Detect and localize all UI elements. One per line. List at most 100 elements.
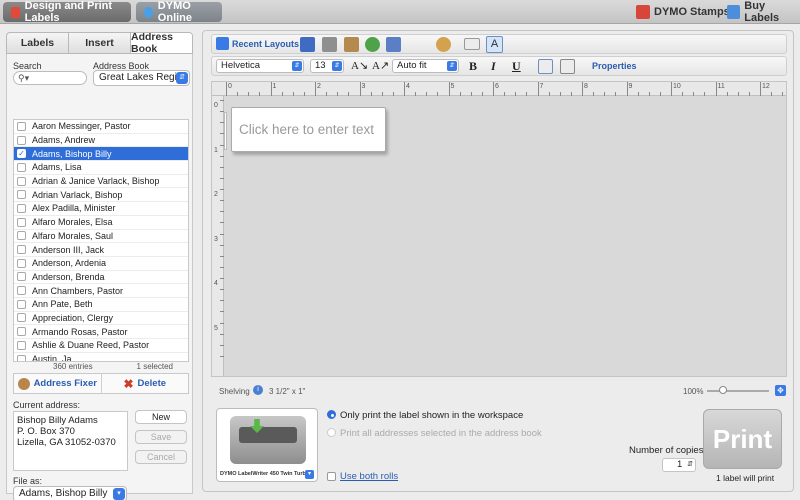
contact-checkbox[interactable] bbox=[17, 176, 26, 186]
copies-stepper[interactable]: 1 ⇵ bbox=[662, 458, 696, 472]
paste-icon[interactable] bbox=[344, 37, 359, 52]
info-icon[interactable]: i bbox=[253, 385, 263, 395]
contact-checkbox[interactable] bbox=[17, 299, 26, 309]
list-item[interactable]: Austin, Ja... bbox=[14, 353, 188, 361]
contact-checkbox[interactable] bbox=[17, 327, 26, 337]
list-item[interactable]: Appreciation, Clergy bbox=[14, 312, 188, 326]
text-box-icon[interactable]: A bbox=[486, 36, 503, 53]
label-canvas[interactable]: Click here to enter text bbox=[231, 107, 386, 152]
label-workspace[interactable]: 0 1 2 3 4 5 6 7 8 9 10 11 12 012345 Click here to en… bbox=[211, 81, 787, 377]
insert-image-icon[interactable] bbox=[386, 37, 401, 52]
address-book-select[interactable]: Great Lakes Region ⇵ bbox=[93, 70, 190, 86]
fit-zoom-icon[interactable]: ✥ bbox=[775, 385, 786, 396]
contact-checkbox[interactable] bbox=[17, 313, 26, 323]
print-icon[interactable] bbox=[322, 37, 337, 52]
buy-labels-button[interactable]: Buy Labels bbox=[727, 0, 800, 24]
list-item[interactable]: Adrian Varlack, Bishop bbox=[14, 188, 188, 203]
contact-checkbox[interactable]: ✓ bbox=[17, 149, 26, 159]
contact-checkbox[interactable] bbox=[17, 190, 26, 200]
ruler-tick bbox=[504, 92, 506, 96]
radio-all-addresses[interactable] bbox=[327, 428, 336, 437]
contact-checkbox[interactable] bbox=[17, 162, 26, 172]
stepper-arrows-icon[interactable]: ⇵ bbox=[687, 459, 693, 471]
list-item[interactable]: Alfaro Morales, Elsa bbox=[14, 216, 188, 230]
contact-checkbox[interactable] bbox=[17, 286, 26, 296]
list-item[interactable]: ✓ Adams, Bishop Billy bbox=[14, 147, 188, 162]
autofit-select[interactable]: Auto fit ⇵ bbox=[392, 59, 459, 73]
list-item[interactable]: Adrian & Janice Varlack, Bishop bbox=[14, 175, 188, 189]
contact-checkbox[interactable] bbox=[17, 245, 26, 255]
dymo-stamps-button[interactable]: DYMO Stamps bbox=[636, 3, 730, 21]
italic-button[interactable]: I bbox=[491, 59, 496, 74]
contact-checkbox[interactable] bbox=[17, 340, 26, 350]
contact-checkbox[interactable] bbox=[17, 217, 26, 227]
opt-workspace-label: Only print the label shown in the worksp… bbox=[340, 410, 524, 421]
address-fixer-button[interactable]: Address Fixer bbox=[14, 374, 102, 393]
printer-selector[interactable]: DYMO LabelWriter 450 Twin Turbo ▾ bbox=[216, 408, 318, 482]
list-item[interactable]: Alfaro Morales, Saul bbox=[14, 230, 188, 244]
zoom-slider[interactable] bbox=[707, 390, 769, 392]
current-address-field[interactable]: Bishop Billy Adams P. O. Box 370 Lizella… bbox=[13, 411, 128, 471]
tab-insert[interactable]: Insert bbox=[69, 33, 131, 53]
autofit-value: Auto fit bbox=[397, 60, 427, 71]
delete-button[interactable]: ✖ Delete bbox=[102, 374, 189, 393]
contact-checkbox[interactable] bbox=[17, 203, 26, 213]
contact-checkbox[interactable] bbox=[17, 135, 26, 145]
font-size-select[interactable]: 13 ⇵ bbox=[310, 59, 344, 73]
properties-button[interactable]: Properties bbox=[592, 61, 637, 71]
align-icon[interactable] bbox=[538, 59, 553, 74]
print-button[interactable]: Print bbox=[703, 409, 782, 469]
font-larger-icon[interactable]: A↗ bbox=[372, 59, 389, 72]
tab-design-and-print[interactable]: Design and Print Labels bbox=[3, 0, 131, 24]
contact-name: Adams, Andrew bbox=[32, 135, 96, 146]
cancel-button[interactable]: Cancel bbox=[135, 450, 187, 464]
shelving-label: Shelving bbox=[219, 387, 250, 396]
zoom-slider-handle[interactable] bbox=[719, 386, 727, 394]
list-item[interactable]: Ann Chambers, Pastor bbox=[14, 284, 188, 298]
list-item[interactable]: Anderson III, Jack bbox=[14, 243, 188, 257]
list-item[interactable]: Alex Padilla, Minister bbox=[14, 202, 188, 216]
list-item[interactable]: Adams, Andrew bbox=[14, 134, 188, 148]
recent-layouts-button[interactable]: Recent Layouts bbox=[232, 39, 299, 49]
list-item[interactable]: Anderson, Ardenia bbox=[14, 257, 188, 271]
list-item[interactable]: Aaron Messinger, Pastor bbox=[14, 120, 188, 134]
contact-name: Alfaro Morales, Saul bbox=[32, 230, 114, 241]
contact-list[interactable]: Aaron Messinger, Pastor Adams, Andrew ✓ Ada… bbox=[13, 119, 189, 362]
contact-checkbox[interactable] bbox=[17, 121, 26, 131]
use-both-rolls-label[interactable]: Use both rolls bbox=[340, 471, 398, 482]
text-direction-icon[interactable] bbox=[464, 38, 480, 50]
ruler-tick bbox=[220, 333, 224, 335]
contact-checkbox[interactable] bbox=[17, 272, 26, 282]
list-item[interactable]: Ashlie & Duane Reed, Pastor bbox=[14, 339, 188, 353]
search-input[interactable]: ⚲▾ bbox=[13, 71, 87, 85]
list-item[interactable]: Armando Rosas, Pastor bbox=[14, 325, 188, 339]
contact-checkbox[interactable] bbox=[17, 354, 26, 361]
contact-checkbox[interactable] bbox=[17, 258, 26, 268]
label-text-placeholder[interactable]: Click here to enter text bbox=[239, 122, 374, 137]
address-book-panel: Search ⚲▾ Address Book Great Lakes Regio… bbox=[6, 54, 193, 500]
tab-labels[interactable]: Labels bbox=[7, 33, 69, 53]
list-item[interactable]: Anderson, Brenda bbox=[14, 271, 188, 285]
ruler-tick bbox=[782, 92, 784, 96]
list-item[interactable]: Ann Pate, Beth bbox=[14, 298, 188, 312]
address-icon[interactable] bbox=[436, 37, 451, 52]
radio-workspace-only[interactable] bbox=[327, 410, 336, 419]
new-button[interactable]: New bbox=[135, 410, 187, 424]
bold-button[interactable]: B bbox=[469, 59, 477, 74]
label-edge bbox=[224, 112, 227, 150]
ruler-tick bbox=[220, 355, 224, 357]
save-icon[interactable] bbox=[300, 37, 315, 52]
tab-address-book[interactable]: Address Book bbox=[131, 33, 192, 53]
tab-dymo-online[interactable]: DYMO Online bbox=[136, 0, 222, 24]
undo-icon[interactable] bbox=[365, 37, 380, 52]
font-smaller-icon[interactable]: A↘ bbox=[351, 59, 368, 72]
chevron-down-icon[interactable]: ▾ bbox=[305, 470, 314, 479]
file-as-select[interactable]: Adams, Bishop Billy ▾ bbox=[13, 486, 127, 500]
list-item[interactable]: Adams, Lisa bbox=[14, 161, 188, 175]
underline-button[interactable]: U bbox=[512, 59, 521, 74]
valign-icon[interactable] bbox=[560, 59, 575, 74]
contact-checkbox[interactable] bbox=[17, 231, 26, 241]
use-both-rolls-checkbox[interactable] bbox=[327, 472, 336, 481]
font-select[interactable]: Helvetica ⇵ bbox=[216, 59, 304, 73]
save-button[interactable]: Save bbox=[135, 430, 187, 444]
